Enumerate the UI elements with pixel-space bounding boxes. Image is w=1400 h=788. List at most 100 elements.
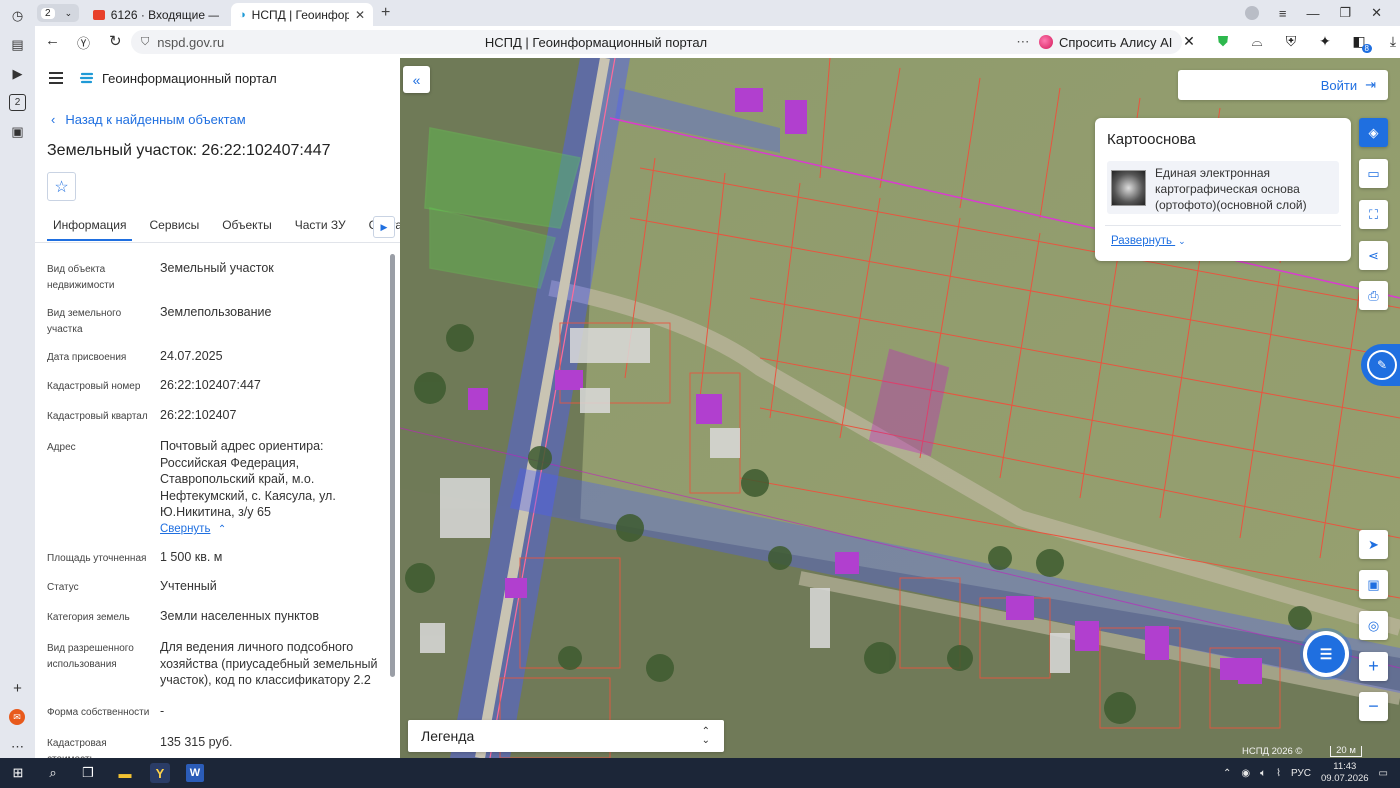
more-icon[interactable]: ⋯: [9, 738, 26, 755]
basemap-item-label: Единая электронная картографическая осно…: [1155, 166, 1307, 212]
tab-title: НСПД | Геоинформаци: [251, 7, 349, 22]
profile-icon[interactable]: [1244, 6, 1259, 20]
location-search-icon: ◎: [1367, 617, 1380, 633]
basemap-thumbnail: [1111, 170, 1146, 206]
tabs-scroll-right-button[interactable]: ▶: [373, 216, 395, 238]
add-panel-icon[interactable]: +: [9, 680, 26, 697]
close-window-icon[interactable]: ✕: [1371, 5, 1382, 21]
tab-count-badge: 2: [41, 7, 55, 19]
login-button[interactable]: Войти ⇥: [1178, 70, 1388, 100]
property-key: Вид земельного участка: [47, 308, 122, 335]
chat-bubble-icon: ☰: [1307, 635, 1345, 673]
extension-vpn-icon[interactable]: ✕: [1180, 32, 1198, 50]
notifications-icon[interactable]: ▭: [1379, 768, 1388, 779]
assistant-tab[interactable]: ✎: [1361, 344, 1400, 386]
yandex-icon[interactable]: Ⓨ: [77, 33, 90, 52]
more-dots-icon[interactable]: ⋯: [1016, 34, 1029, 50]
site-shield-icon[interactable]: ⛉: [141, 36, 149, 49]
network-icon[interactable]: ⌇: [1276, 768, 1281, 779]
history-icon[interactable]: ◷: [9, 7, 26, 24]
tab-strip: 2 ⌄ 6126 · Входящие — Яндекс ◑ НСПД | Ге…: [35, 0, 1400, 26]
play-icon[interactable]: ▶: [9, 65, 26, 82]
back-to-results-link[interactable]: ‹ Назад к найденным объектам: [51, 112, 246, 127]
ruler-icon: ▭: [1367, 165, 1380, 181]
extension-badge-icon[interactable]: ◧ 8: [1350, 32, 1372, 53]
zoom-in-button[interactable]: +: [1359, 652, 1388, 681]
yandex-browser-icon[interactable]: Y: [150, 763, 170, 783]
collapse-panel-button[interactable]: «: [403, 66, 430, 93]
minimize-icon[interactable]: —: [1306, 6, 1319, 21]
collapse-address-link[interactable]: Свернуть ⌃: [160, 520, 382, 539]
scale-bar: 20 м: [1330, 746, 1362, 757]
menu-icon[interactable]: ≡: [1279, 6, 1287, 21]
rail-counter-icon[interactable]: 2: [9, 94, 26, 111]
extension-puzzle-icon[interactable]: ✦: [1316, 32, 1334, 50]
word-icon[interactable]: W: [186, 764, 204, 782]
restore-icon[interactable]: ❐: [1339, 5, 1351, 21]
locate-tool[interactable]: ➤: [1359, 530, 1388, 559]
login-icon: ⇥: [1365, 77, 1376, 92]
file-explorer-icon[interactable]: ▬: [115, 763, 135, 783]
back-label: Назад к найденным объектам: [65, 112, 246, 127]
hamburger-menu-icon[interactable]: [49, 72, 63, 84]
windows-start-icon[interactable]: ⊞: [8, 763, 28, 783]
download-icon[interactable]: ⤓: [1384, 32, 1400, 50]
chevron-down-icon: ⌄: [64, 7, 73, 18]
tab-objects[interactable]: Объекты: [216, 214, 278, 241]
window-controls: ≡ — ❐ ✕: [1244, 0, 1400, 26]
search-location-tool[interactable]: ◎: [1359, 611, 1388, 640]
panel-scrollbar[interactable]: [388, 254, 396, 754]
star-icon: ☆: [54, 178, 69, 196]
property-value: 24.07.2025: [160, 349, 223, 363]
property-key: Статус: [47, 582, 79, 593]
tab-land-parts[interactable]: Части ЗУ: [289, 214, 352, 241]
volume-icon[interactable]: 🔈︎: [1260, 768, 1266, 779]
keyboard-language[interactable]: РУС: [1291, 768, 1311, 779]
triangle-right-icon: ▶: [380, 221, 388, 232]
tab-counter[interactable]: 2 ⌄: [37, 4, 79, 22]
collections-icon[interactable]: ▤: [9, 36, 26, 53]
chat-button[interactable]: ☰: [1303, 631, 1349, 677]
minimap-tool[interactable]: ▣: [1359, 570, 1388, 599]
tab-mail[interactable]: 6126 · Входящие — Яндекс: [85, 3, 227, 26]
close-tab-icon[interactable]: ✕: [355, 8, 365, 22]
scrollbar-thumb[interactable]: [390, 254, 395, 677]
task-view-icon[interactable]: ❒: [78, 763, 98, 783]
tab-services[interactable]: Сервисы: [143, 214, 205, 241]
print-tool[interactable]: ⎙: [1359, 281, 1388, 310]
tab-nspd[interactable]: ◑ НСПД | Геоинформаци ✕: [231, 3, 373, 26]
screenshot-icon[interactable]: ▣: [9, 123, 26, 140]
basemap-item[interactable]: Единая электронная картографическая осно…: [1107, 161, 1339, 214]
expand-basemaps-link[interactable]: Развернуть ⌄: [1111, 235, 1186, 247]
extension-guard-icon[interactable]: ⛨: [1282, 32, 1300, 50]
tab-information[interactable]: Информация: [47, 214, 133, 241]
property-key: Категория земель: [47, 612, 130, 623]
measure-tool[interactable]: ▭: [1359, 159, 1388, 188]
zoom-out-button[interactable]: −: [1359, 692, 1388, 721]
share-tool[interactable]: ⋖: [1359, 241, 1388, 270]
map-credit: НСПД 2026 ©: [1242, 746, 1303, 757]
select-area-tool[interactable]: ⛶: [1359, 200, 1388, 229]
favorite-button[interactable]: ☆: [47, 172, 76, 201]
legend-dropdown[interactable]: Легенда ⌃ ⌄: [408, 720, 724, 752]
minus-icon: −: [1368, 696, 1379, 716]
tray-app-icon[interactable]: ◉: [1241, 768, 1250, 779]
extension-shield-icon[interactable]: ⛊: [1214, 32, 1232, 50]
property-key: Вид разрешенного использования: [47, 643, 134, 670]
reload-icon[interactable]: ↻: [109, 32, 122, 50]
map-view[interactable]: « Войти ⇥ Картооснова Единая электронная…: [400, 58, 1400, 758]
tray-chevron-up-icon[interactable]: ⌃: [1223, 768, 1231, 779]
mail-app-icon[interactable]: ✉: [9, 709, 25, 725]
search-icon[interactable]: ⌕: [43, 763, 63, 783]
clock[interactable]: 11:43 09.07.2026: [1321, 761, 1369, 785]
tab-title: 6126 · Входящие — Яндекс: [110, 7, 219, 22]
basemap-panel: Картооснова Единая электронная картограф…: [1095, 118, 1351, 261]
back-arrow-icon[interactable]: ←: [45, 32, 60, 49]
chevron-up-icon: ⌃: [217, 524, 227, 535]
extension-hat-icon[interactable]: ⌓: [1248, 32, 1266, 50]
ask-alice-button[interactable]: Спросить Алису AI: [1035, 30, 1183, 54]
new-tab-icon[interactable]: +: [381, 4, 390, 22]
address-bar[interactable]: ⛉ nspd.gov.ru НСПД | Геоинформационный п…: [131, 30, 1061, 54]
property-value: 26:22:102407:447: [160, 378, 261, 392]
layers-tool[interactable]: ◈: [1359, 118, 1388, 147]
